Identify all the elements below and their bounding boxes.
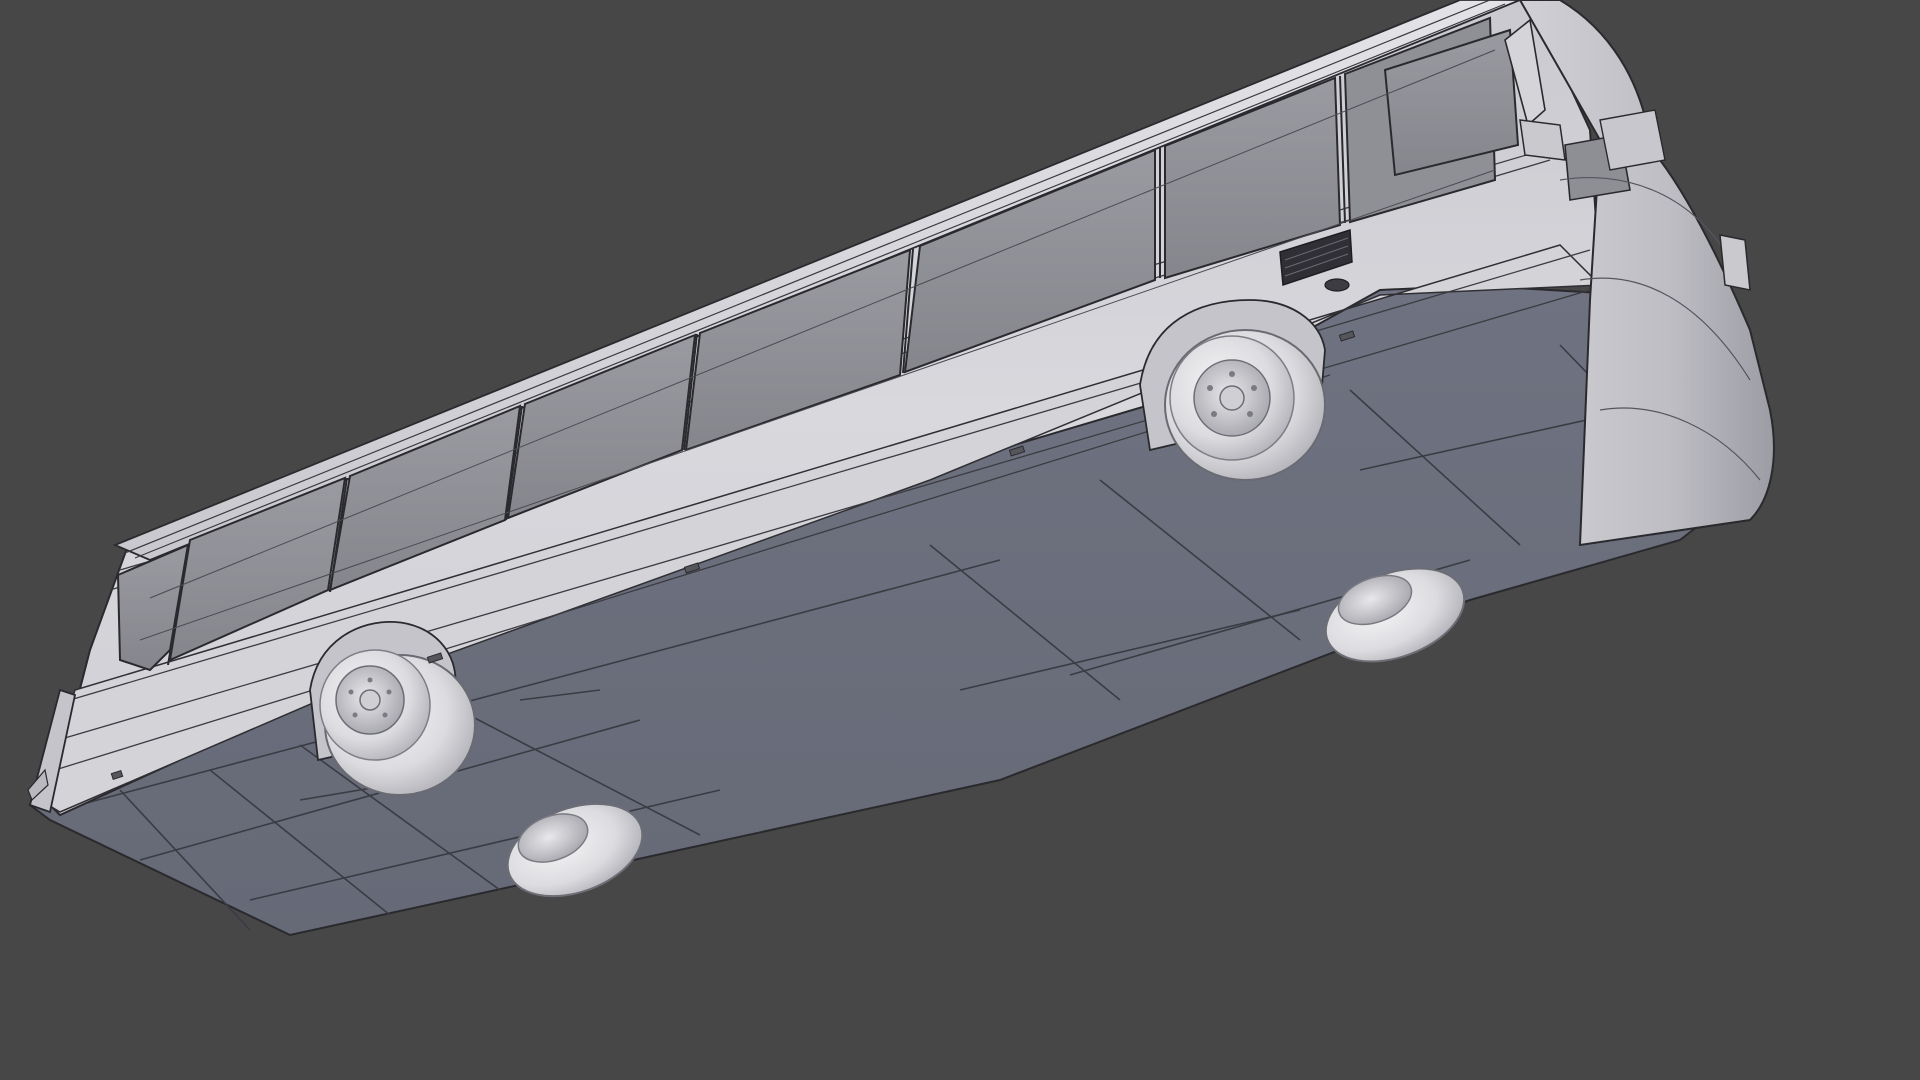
3d-viewport[interactable] [0, 0, 1920, 1080]
viewport-canvas[interactable] [0, 0, 1920, 1080]
